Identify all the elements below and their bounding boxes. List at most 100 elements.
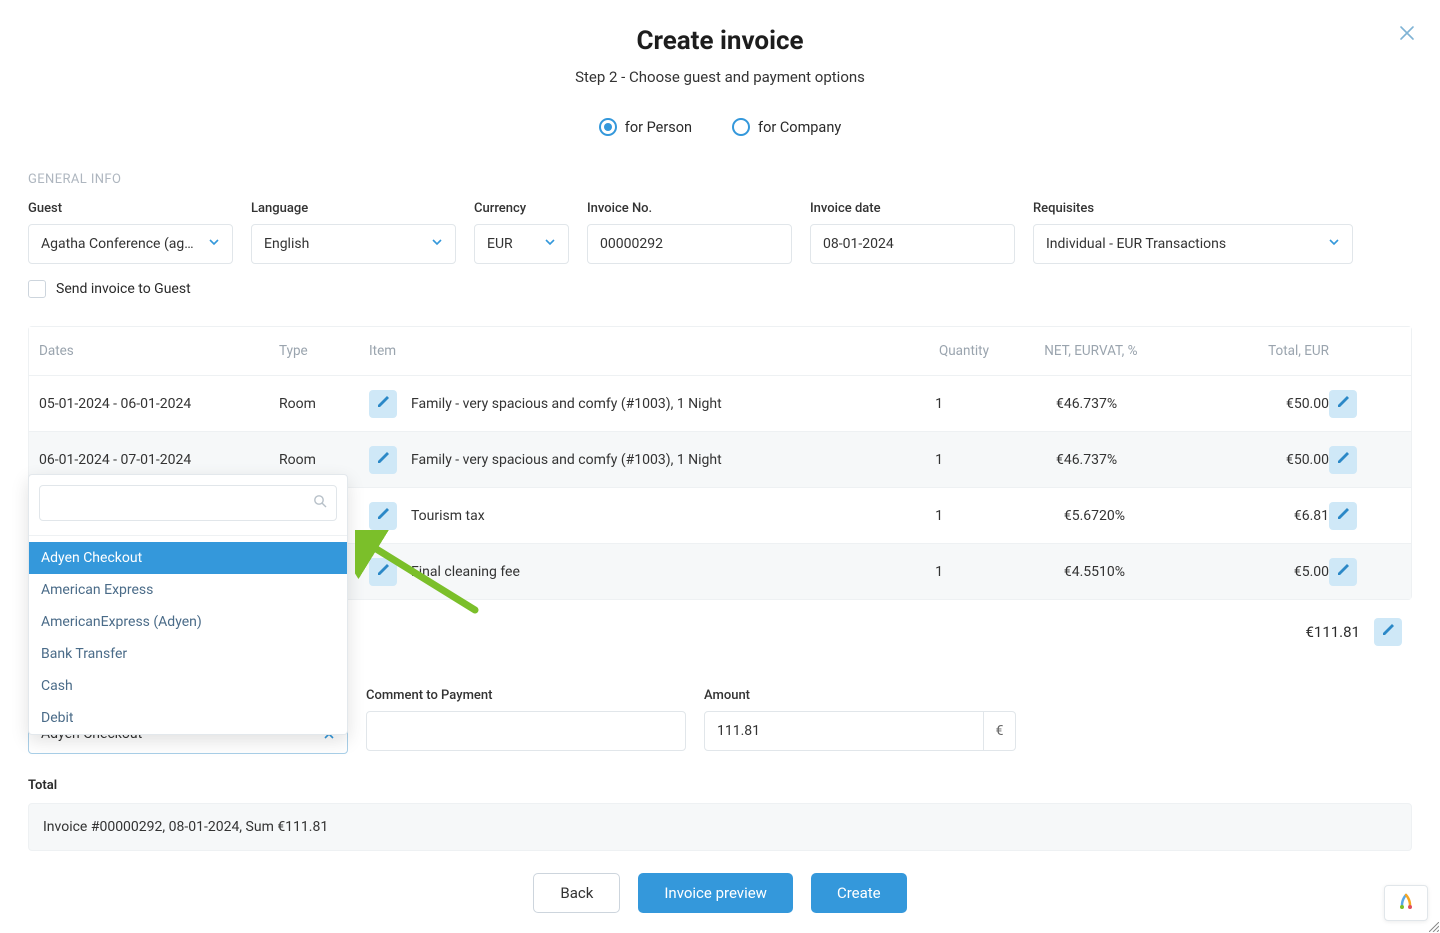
col-total: Total, EUR (1209, 343, 1329, 359)
amount-currency-addon: € (984, 711, 1016, 751)
amount-value: 111.81 (717, 723, 760, 739)
resize-grip-icon (1429, 922, 1439, 932)
comment-input[interactable] (366, 711, 686, 751)
dropdown-search-input[interactable] (39, 485, 337, 521)
pencil-icon (1336, 395, 1350, 413)
col-vat: VAT, % (1099, 343, 1209, 359)
language-label: Language (251, 201, 456, 216)
pencil-icon (1336, 563, 1350, 581)
requisites-select[interactable]: Individual - EUR Transactions (1033, 224, 1353, 264)
currency-label: Currency (474, 201, 569, 216)
cell-net: €46.73 (989, 396, 1099, 412)
cell-dates: 05-01-2024 - 06-01-2024 (39, 396, 279, 412)
page-subtitle: Step 2 - Choose guest and payment option… (28, 68, 1412, 86)
currency-select[interactable]: EUR (474, 224, 569, 264)
cell-item: Family - very spacious and comfy (#1003)… (411, 396, 722, 412)
dropdown-option[interactable]: AmericanExpress (Adyen) (29, 606, 347, 638)
search-icon (313, 494, 327, 512)
comment-label: Comment to Payment (366, 688, 686, 703)
edit-row-button[interactable] (1329, 502, 1357, 530)
grand-total-value: €111.81 (1305, 623, 1360, 641)
dropdown-option[interactable]: Cash (29, 670, 347, 702)
pencil-icon (376, 507, 390, 525)
cell-item: Final cleaning fee (411, 564, 520, 580)
amount-input[interactable]: 111.81 (704, 711, 984, 751)
dropdown-option[interactable]: American Express (29, 574, 347, 606)
cell-type: Room (279, 396, 369, 412)
guest-select[interactable]: Agatha Conference (agaco… (28, 224, 233, 264)
cell-dates: 06-01-2024 - 07-01-2024 (39, 452, 279, 468)
cell-quantity: 1 (889, 396, 989, 412)
currency-value: EUR (487, 236, 536, 252)
radio-selected-icon (599, 118, 617, 136)
col-net: NET, EUR (989, 343, 1099, 359)
requisites-label: Requisites (1033, 201, 1353, 216)
pencil-icon (1336, 451, 1350, 469)
cell-type: Room (279, 452, 369, 468)
invoice-no-input[interactable]: 00000292 (587, 224, 792, 264)
guest-value: Agatha Conference (agaco… (41, 236, 200, 252)
invoice-date-value: 08-01-2024 (823, 236, 894, 252)
edit-row-button[interactable] (1329, 558, 1357, 586)
close-icon[interactable] (1396, 22, 1418, 44)
col-quantity: Quantity (889, 343, 989, 359)
help-widget-icon[interactable] (1384, 885, 1428, 921)
radio-for-person[interactable]: for Person (599, 118, 692, 136)
cell-item: Tourism tax (411, 508, 485, 524)
cell-vat: 7% (1099, 452, 1209, 468)
cell-vat: 20% (1099, 508, 1209, 524)
dropdown-option[interactable]: Debit (29, 702, 347, 734)
chevron-down-icon (544, 236, 556, 252)
cell-vat: 7% (1099, 396, 1209, 412)
dropdown-option[interactable]: Adyen Checkout (29, 542, 347, 574)
cell-total: €50.00 (1209, 452, 1329, 468)
requisites-value: Individual - EUR Transactions (1046, 236, 1320, 252)
pencil-icon (1381, 623, 1395, 641)
cell-quantity: 1 (889, 508, 989, 524)
col-type: Type (279, 343, 369, 359)
cell-total: €50.00 (1209, 396, 1329, 412)
amount-label: Amount (704, 688, 1016, 703)
language-select[interactable]: English (251, 224, 456, 264)
radio-for-company[interactable]: for Company (732, 118, 841, 136)
send-invoice-label: Send invoice to Guest (56, 281, 191, 297)
back-button[interactable]: Back (533, 873, 620, 913)
chevron-down-icon (431, 236, 443, 252)
edit-item-button[interactable] (369, 390, 397, 418)
edit-total-button[interactable] (1374, 618, 1402, 646)
page-title: Create invoice (28, 26, 1412, 56)
pencil-icon (1336, 507, 1350, 525)
invoice-summary: Invoice #00000292, 08-01-2024, Sum €111.… (28, 803, 1412, 851)
summary-text: Invoice #00000292, 08-01-2024, Sum €111.… (43, 819, 328, 835)
cell-item: Family - very spacious and comfy (#1003)… (411, 452, 722, 468)
total-label: Total (28, 778, 1412, 793)
dropdown-option[interactable]: Bank Transfer (29, 638, 347, 670)
cell-total: €5.00 (1209, 564, 1329, 580)
pencil-icon (376, 451, 390, 469)
table-row: 05-01-2024 - 06-01-2024 Room Family - ve… (29, 375, 1411, 431)
edit-item-button[interactable] (369, 558, 397, 586)
col-dates: Dates (39, 343, 279, 359)
col-item: Item (369, 343, 889, 359)
edit-item-button[interactable] (369, 502, 397, 530)
payment-method-dropdown[interactable]: Adyen Checkout American Express American… (28, 474, 348, 735)
guest-label: Guest (28, 201, 233, 216)
edit-row-button[interactable] (1329, 446, 1357, 474)
radio-label: for Person (625, 119, 692, 136)
edit-item-button[interactable] (369, 446, 397, 474)
pencil-icon (376, 563, 390, 581)
create-button[interactable]: Create (811, 873, 907, 913)
invoice-date-input[interactable]: 08-01-2024 (810, 224, 1015, 264)
send-invoice-checkbox[interactable] (28, 280, 46, 298)
cell-total: €6.81 (1209, 508, 1329, 524)
chevron-down-icon (208, 236, 220, 252)
cell-net: €4.55 (989, 564, 1099, 580)
radio-unselected-icon (732, 118, 750, 136)
cell-vat: 10% (1099, 564, 1209, 580)
cell-quantity: 1 (889, 564, 989, 580)
invoice-preview-button[interactable]: Invoice preview (638, 873, 793, 913)
edit-row-button[interactable] (1329, 390, 1357, 418)
cell-net: €46.73 (989, 452, 1099, 468)
language-value: English (264, 236, 423, 252)
invoice-date-label: Invoice date (810, 201, 1015, 216)
